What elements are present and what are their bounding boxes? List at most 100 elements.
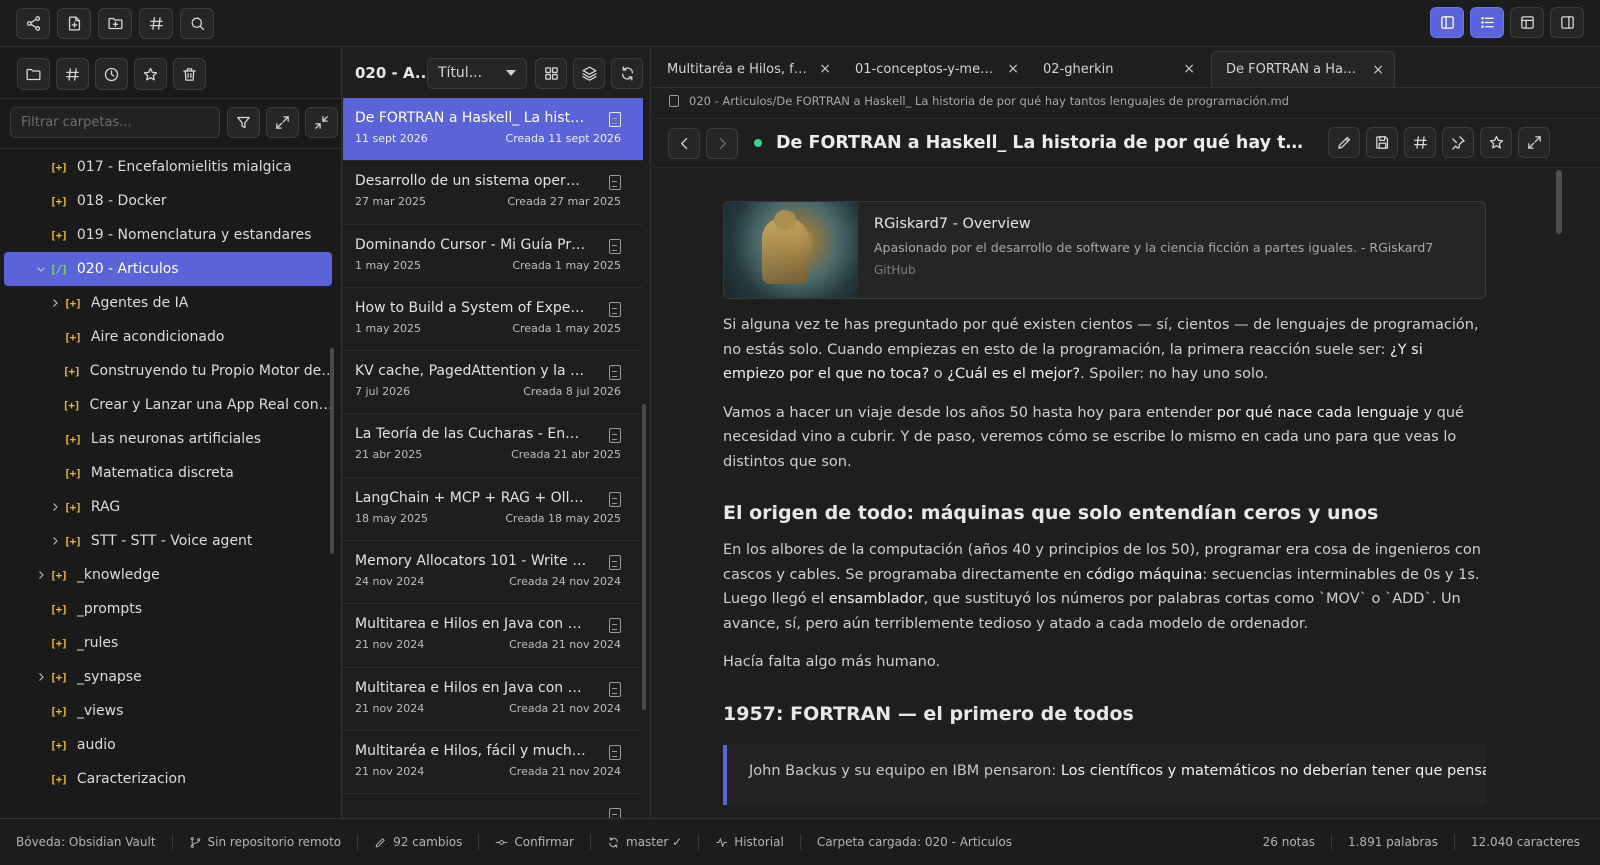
filter-button[interactable]: [227, 107, 260, 138]
expand-all-button[interactable]: [266, 107, 299, 138]
commit-button[interactable]: Confirmar: [495, 835, 574, 849]
toggle-right-sidebar-button[interactable]: [1550, 7, 1584, 38]
document-icon: [609, 618, 621, 634]
tree-chevron: [48, 398, 61, 412]
tree-chevron[interactable]: [34, 670, 48, 684]
new-folder-button[interactable]: [98, 7, 132, 39]
close-icon[interactable]: ×: [1183, 61, 1195, 77]
folder-tree-item[interactable]: [+] Matematica discreta: [0, 456, 336, 490]
editor-tab[interactable]: De FORTRAN a Haskell... ×: [1211, 51, 1395, 87]
folder-tree-item[interactable]: [+] Crear y Lanzar una App Real con IA e.…: [0, 388, 336, 422]
note-list-item[interactable]: How to Build a System of Experts with ..…: [343, 288, 643, 352]
folder-tree-item[interactable]: [+] _rules: [0, 626, 336, 660]
folder-tree-item[interactable]: [+] Las neuronas artificiales: [0, 422, 336, 456]
recent-view-button[interactable]: [95, 58, 128, 90]
refresh-button[interactable]: [611, 57, 643, 89]
folder-tree-item[interactable]: [+] _synapse: [0, 660, 336, 694]
editor-tab[interactable]: Multitaréa e Hilos, fácil y ... ×: [653, 51, 841, 87]
folder-tree-item[interactable]: [+] _views: [0, 694, 336, 728]
layers-button[interactable]: [573, 57, 605, 89]
note-list-item[interactable]: Multitarea e Hilos en Java con ejempl.. 2…: [343, 668, 643, 731]
pin-button[interactable]: [1442, 127, 1474, 158]
folder-tree-item[interactable]: [+] Caracterizacion: [0, 762, 336, 796]
folder-tree-item[interactable]: [+] _knowledge: [0, 558, 336, 592]
search-button[interactable]: [180, 7, 214, 39]
folder-tree-label: Agentes de IA: [90, 295, 189, 311]
note-list-item[interactable]: [343, 794, 643, 818]
folder-tree-item[interactable]: [+] RAG: [0, 490, 336, 524]
folder-filter-input[interactable]: [10, 107, 220, 138]
tree-chevron[interactable]: [48, 500, 62, 514]
note-list-item[interactable]: De FORTRAN a Haskell_ La historia d.. 11 …: [343, 98, 643, 162]
grid-view-button[interactable]: [535, 57, 567, 89]
note-list-item[interactable]: LangChain + MCP + RAG + Ollama = L.. 18 m…: [343, 478, 643, 542]
editor-tab[interactable]: 02-gherkin ×: [1029, 51, 1205, 87]
editor-scrollbar[interactable]: [1556, 170, 1562, 234]
close-icon[interactable]: ×: [1372, 62, 1384, 78]
note-list-item[interactable]: La Teoría de las Cucharas - Energía Li..…: [343, 414, 643, 478]
sort-select[interactable]: Títul...: [427, 57, 527, 89]
close-icon[interactable]: ×: [1007, 61, 1019, 77]
branch-status[interactable]: master ✓: [607, 835, 682, 849]
note-list-item[interactable]: Memory Allocators 101 - Write a simp.. 24…: [343, 541, 643, 605]
folder-tree-item[interactable]: [+] Aire acondicionado: [0, 320, 336, 354]
note-item-created: Creada 1 may 2025: [512, 258, 621, 272]
folder-tree-item[interactable]: [+] STT - STT - Voice agent: [0, 524, 336, 558]
save-button[interactable]: [1366, 127, 1398, 158]
note-item-created: Creada 24 nov 2024: [509, 575, 621, 589]
folders-view-button[interactable]: [17, 58, 50, 90]
divider: [0, 98, 342, 99]
changes-status[interactable]: 92 cambios: [374, 835, 462, 849]
repo-status[interactable]: Sin repositorio remoto: [189, 835, 341, 849]
link-preview-card[interactable]: RGiskard7 - Overview Apasionado por el d…: [723, 201, 1486, 299]
close-icon[interactable]: ×: [819, 61, 831, 77]
tag-note-button[interactable]: [1404, 127, 1436, 158]
folder-tree-item[interactable]: [+] Agentes de IA: [0, 286, 336, 320]
tree-chevron[interactable]: [34, 262, 48, 276]
tree-chevron: [48, 432, 62, 446]
tree-chevron[interactable]: [34, 568, 48, 582]
back-button[interactable]: [668, 127, 700, 159]
note-list-scrollbar[interactable]: [642, 404, 646, 710]
folder-marker-icon: [+]: [64, 296, 82, 310]
folder-marker-icon: [+]: [50, 772, 68, 786]
folder-tree-item[interactable]: [+] Construyendo tu Propio Motor de Bú...: [0, 354, 336, 388]
note-title[interactable]: De FORTRAN a Haskell_ La historia de por…: [776, 133, 1314, 153]
toggle-note-list-button[interactable]: [1470, 7, 1504, 38]
new-note-button[interactable]: [57, 7, 91, 39]
tags-button[interactable]: [139, 7, 173, 39]
favorite-button[interactable]: [1480, 127, 1512, 158]
tree-chevron[interactable]: [48, 534, 62, 548]
favorites-view-button[interactable]: [134, 58, 167, 90]
share-button[interactable]: [16, 7, 50, 39]
share-icon: [26, 15, 40, 31]
note-item-date: 1 may 2025: [355, 321, 421, 335]
note-list-item[interactable]: KV cache, PagedAttention y la factura ..…: [343, 351, 643, 415]
note-list-item[interactable]: Multitaréa e Hilos, fácil y muchas vent.…: [343, 731, 643, 795]
forward-button[interactable]: [706, 127, 738, 159]
editor-tab[interactable]: 01-conceptos-y-mecani... ×: [841, 51, 1029, 87]
folder-tree-item[interactable]: [+] 017 - Encefalomielitis mialgica: [0, 150, 336, 184]
folder-tree-item[interactable]: [/] 020 - Articulos: [4, 252, 332, 286]
folder-tree-item[interactable]: [+] _prompts: [0, 592, 336, 626]
toggle-layout-button[interactable]: [1510, 7, 1544, 38]
edit-button[interactable]: [1328, 127, 1360, 158]
tree-chevron[interactable]: [48, 296, 62, 310]
note-list-item[interactable]: Dominando Cursor - Mi Guía Práctica .. 1 …: [343, 225, 643, 288]
tags-view-button[interactable]: [56, 58, 89, 90]
folder-tree-label: _views: [76, 703, 124, 719]
tab-label: 02-gherkin: [1043, 61, 1114, 77]
folder-tree-item[interactable]: [+] 018 - Docker: [0, 184, 336, 218]
collapse-all-button[interactable]: [305, 107, 338, 138]
vault-status[interactable]: Bóveda: Obsidian Vault: [16, 835, 156, 849]
chevron-right-icon: [53, 537, 58, 545]
folder-tree-item[interactable]: [+] audio: [0, 728, 336, 762]
fullscreen-button[interactable]: [1518, 127, 1550, 158]
note-list-item[interactable]: Desarrollo de un sistema operativo par..…: [343, 161, 643, 225]
folder-tree-item[interactable]: [+] 019 - Nomenclatura y estandares: [0, 218, 336, 252]
toggle-left-sidebar-button[interactable]: [1430, 7, 1464, 38]
trash-view-button[interactable]: [173, 58, 206, 90]
folder-tree-scrollbar[interactable]: [330, 348, 334, 554]
note-list-item[interactable]: Multitarea e Hilos en Java con ejempl.. 2…: [343, 604, 643, 668]
history-button[interactable]: Historial: [715, 835, 784, 849]
